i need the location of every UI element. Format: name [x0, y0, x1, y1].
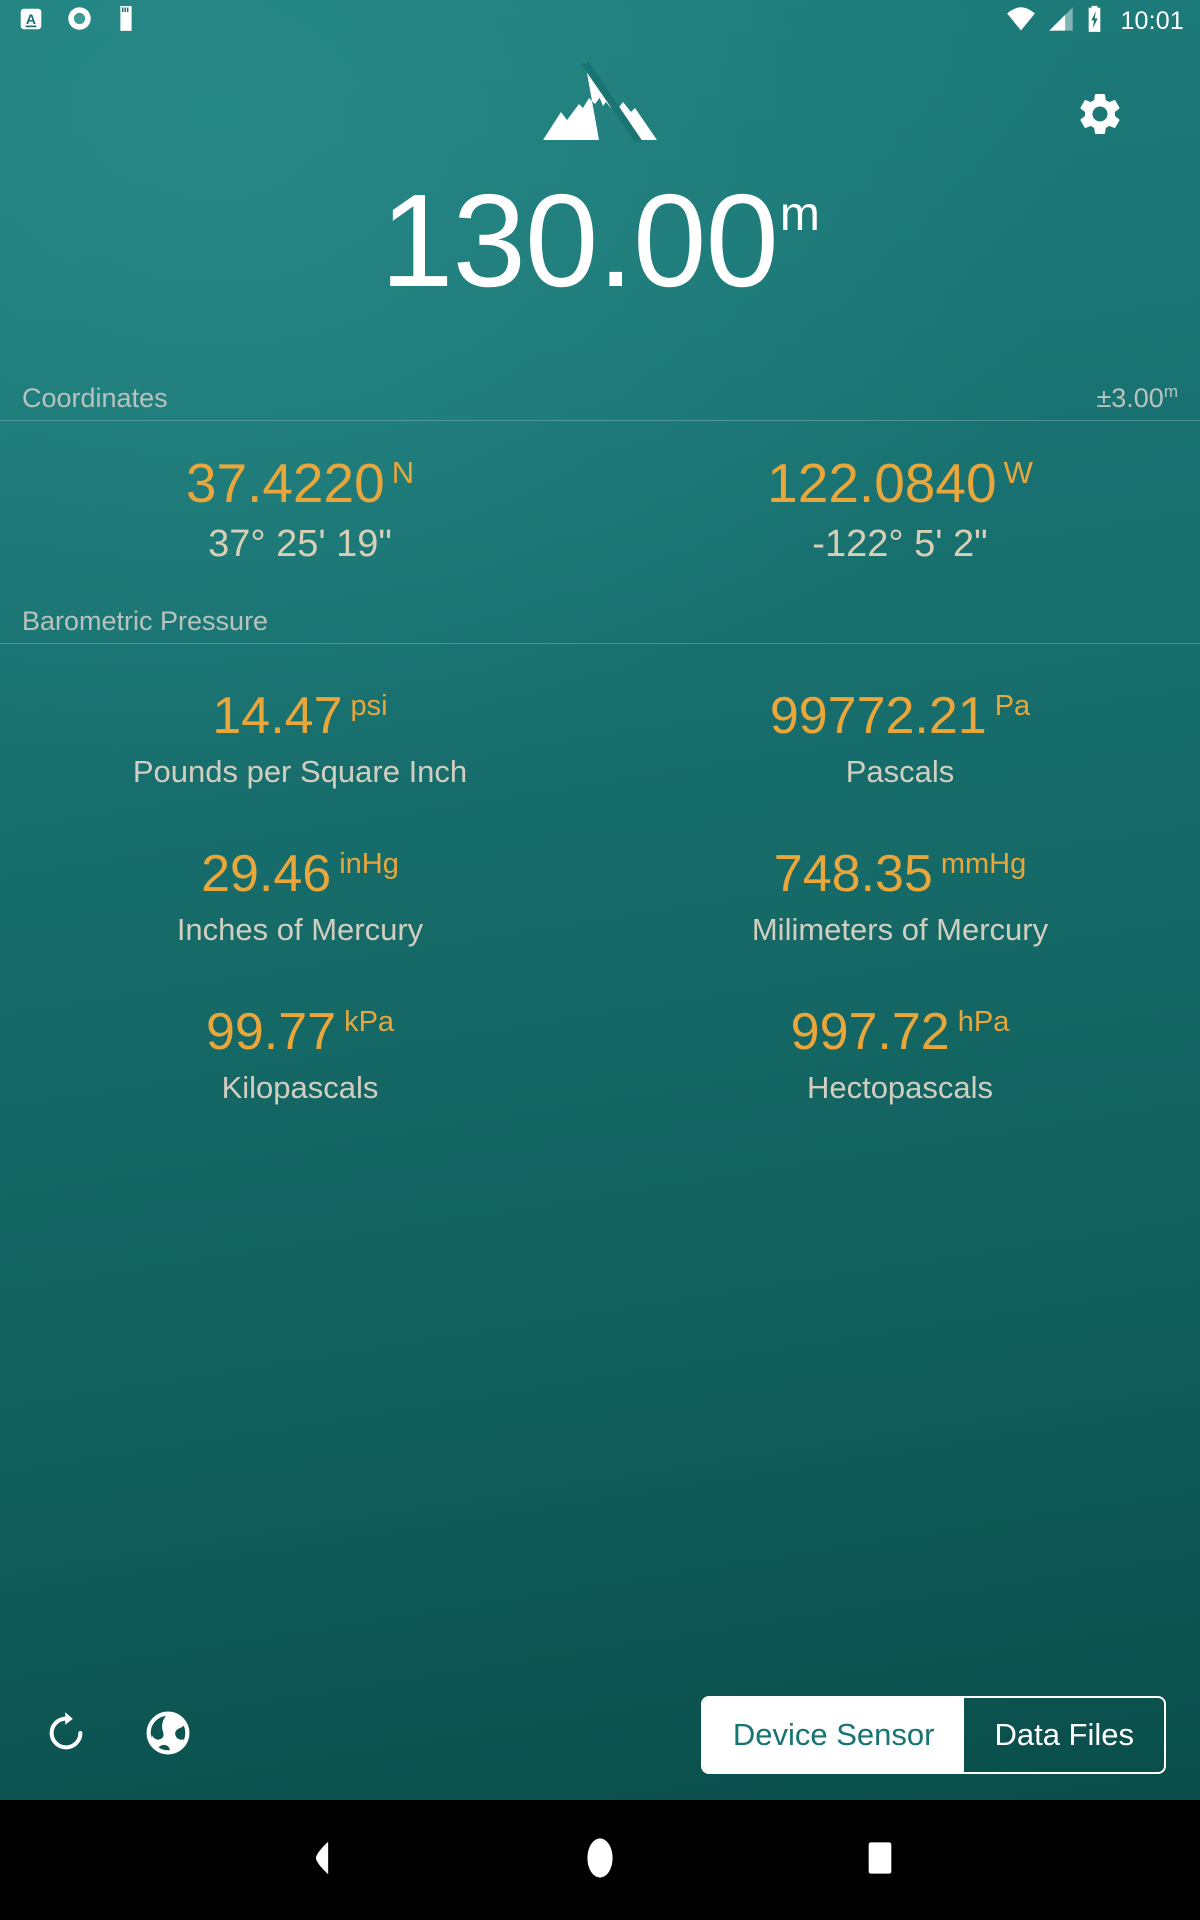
refresh-icon — [43, 1710, 89, 1761]
pressure-cell-hpa: 997.72 hPa Hectopascals — [600, 1006, 1200, 1106]
globe-button[interactable] — [132, 1699, 204, 1771]
app-screen: A 10:01 130.00 m Coordinates ±3.00m 37.4… — [0, 0, 1200, 1920]
pressure-cell-mmhg: 748.35 mmHg Milimeters of Mercury — [600, 848, 1200, 948]
settings-button[interactable] — [1072, 88, 1128, 144]
pressure-label: Kilopascals — [221, 1070, 379, 1105]
source-toggle[interactable]: Device Sensor Data Files — [700, 1696, 1166, 1774]
pressure-label: Pounds per Square Inch — [132, 754, 468, 789]
home-circle-icon — [586, 1837, 614, 1884]
svg-text:A: A — [26, 10, 36, 26]
status-notification-icons: A — [18, 5, 137, 37]
mountain-logo-icon — [539, 58, 661, 149]
barometric-section-header: Barometric Pressure — [0, 600, 1200, 644]
status-system-icons: 10:01 — [1006, 5, 1184, 38]
android-navigation-bar — [0, 1800, 1200, 1920]
pressure-value: 14.47 psi — [212, 687, 388, 745]
back-triangle-icon — [303, 1839, 337, 1882]
pressure-cell-kpa: 99.77 kPa Kilopascals — [0, 1006, 600, 1106]
coordinates-accuracy: ±3.00m — [1096, 382, 1178, 414]
pressure-grid: 14.47 psi Pounds per Square Inch 99772.21… — [0, 690, 1200, 1106]
pressure-cell-pa: 99772.21 Pa Pascals — [600, 690, 1200, 790]
status-bar: A 10:01 — [0, 0, 1200, 42]
bottom-bar-actions — [30, 1699, 204, 1771]
latitude-dms: 37° 25' 19" — [208, 522, 392, 565]
longitude-dms: -122° 5' 2" — [812, 522, 988, 565]
cellular-signal-icon — [1047, 6, 1075, 37]
longitude-hemisphere: W — [1003, 454, 1033, 490]
pressure-label: Hectopascals — [806, 1070, 994, 1105]
pressure-unit: inHg — [339, 847, 399, 880]
wifi-icon — [1006, 6, 1036, 37]
nav-recents-button[interactable] — [845, 1825, 915, 1895]
sd-card-icon — [115, 5, 137, 37]
latitude-hemisphere: N — [391, 454, 415, 490]
gear-icon — [1075, 89, 1125, 144]
pressure-value: 99.77 kPa — [205, 1003, 395, 1061]
latitude-cell: 37.4220 N 37° 25' 19" — [0, 452, 600, 566]
longitude-decimal: 122.0840 W — [767, 452, 1033, 514]
pressure-cell-inhg: 29.46 inHg Inches of Mercury — [0, 848, 600, 948]
record-disc-icon — [66, 5, 93, 37]
coordinates-row: 37.4220 N 37° 25' 19" 122.0840 W -122° 5' … — [0, 452, 1200, 566]
altitude-value: 130.00 — [380, 167, 779, 314]
pressure-unit: psi — [350, 689, 388, 722]
segment-data-files[interactable]: Data Files — [964, 1698, 1164, 1772]
recents-square-icon — [867, 1841, 893, 1880]
mountain-logo — [0, 58, 1200, 149]
pressure-label: Inches of Mercury — [176, 912, 424, 947]
status-time: 10:01 — [1120, 6, 1184, 35]
refresh-button[interactable] — [30, 1699, 102, 1771]
pressure-value: 99772.21 Pa — [769, 687, 1031, 745]
coordinates-section-title: Coordinates — [22, 383, 168, 413]
bottom-bar: Device Sensor Data Files — [0, 1670, 1200, 1800]
nav-back-button[interactable] — [285, 1825, 355, 1895]
pressure-value: 29.46 inHg — [201, 845, 399, 903]
altitude-display: 130.00 m — [0, 175, 1200, 355]
battery-charging-icon — [1086, 5, 1103, 38]
accuracy-value: ±3.00 — [1096, 383, 1164, 413]
altitude-unit: m — [779, 188, 820, 241]
segment-device-sensor[interactable]: Device Sensor — [702, 1698, 965, 1772]
pressure-unit: mmHg — [940, 847, 1027, 880]
longitude-cell: 122.0840 W -122° 5' 2" — [600, 452, 1200, 566]
globe-icon — [143, 1708, 193, 1763]
keyboard-a-icon: A — [18, 6, 44, 37]
pressure-label: Pascals — [845, 754, 955, 789]
barometric-section-title: Barometric Pressure — [22, 606, 269, 636]
pressure-value: 748.35 mmHg — [773, 845, 1027, 903]
pressure-unit: hPa — [957, 1005, 1010, 1038]
pressure-unit: kPa — [344, 1005, 395, 1038]
coordinates-section-header: Coordinates ±3.00m — [0, 377, 1200, 421]
nav-home-button[interactable] — [565, 1825, 635, 1895]
accuracy-unit: m — [1163, 382, 1178, 401]
pressure-cell-psi: 14.47 psi Pounds per Square Inch — [0, 690, 600, 790]
latitude-decimal: 37.4220 N — [185, 452, 415, 514]
pressure-unit: Pa — [994, 689, 1031, 722]
pressure-value: 997.72 hPa — [790, 1003, 1010, 1061]
pressure-label: Milimeters of Mercury — [751, 912, 1049, 947]
